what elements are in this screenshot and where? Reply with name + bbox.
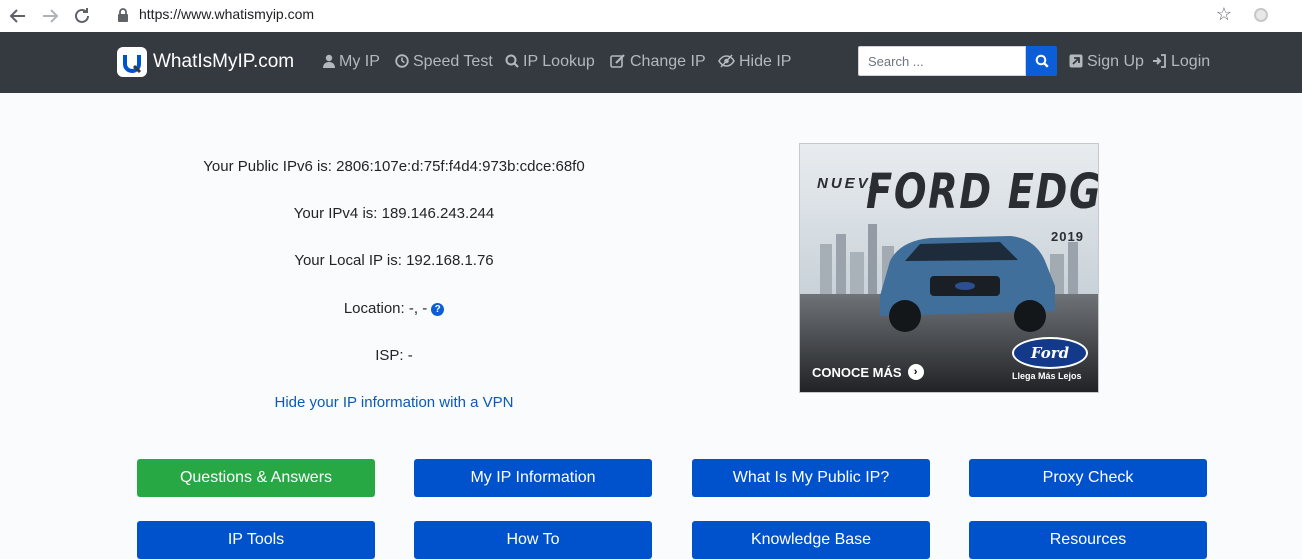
logo-text: WhatIsMyIP.com	[153, 51, 295, 72]
ipv6-text: Your Public IPv6 is: 2806:107e:d:75f:f4d…	[203, 158, 585, 175]
browser-toolbar: https://www.whatismyip.com ☆	[0, 0, 1302, 33]
ad-cta-label: CONOCE MÁS	[812, 364, 902, 380]
forward-icon[interactable]	[38, 4, 62, 28]
suv-car-image	[880, 236, 1055, 332]
nav-label: Login	[1171, 53, 1211, 70]
nav-ip-lookup[interactable]: IP Lookup	[505, 53, 595, 71]
how-to-button[interactable]: How To	[414, 521, 652, 559]
my-ip-information-button[interactable]: My IP Information	[414, 459, 652, 497]
search-icon	[505, 54, 519, 71]
location-row: Location: -, -?	[137, 300, 651, 317]
nav-label: IP Lookup	[523, 53, 595, 70]
lock-icon[interactable]	[117, 8, 129, 22]
nav-my-ip[interactable]: My IP	[323, 53, 380, 71]
vpn-link[interactable]: Hide your IP information with a VPN	[137, 394, 651, 411]
nav-change-ip[interactable]: Change IP	[610, 53, 706, 71]
nav-login[interactable]: Login	[1152, 53, 1210, 71]
logo-icon	[117, 47, 147, 77]
isp-text: ISP: -	[375, 347, 413, 364]
extension-icon[interactable]	[1254, 8, 1268, 22]
ad-headline: FORD EDGE	[866, 164, 1099, 220]
user-icon	[323, 54, 335, 71]
ad-year: 2019	[1051, 229, 1084, 244]
nav-sign-up[interactable]: Sign Up	[1069, 53, 1144, 71]
ip-tools-button[interactable]: IP Tools	[137, 521, 375, 559]
proxy-check-button[interactable]: Proxy Check	[969, 459, 1207, 497]
signup-icon	[1069, 54, 1083, 71]
nav-speed-test[interactable]: Speed Test	[395, 53, 493, 71]
what-is-my-public-ip-button[interactable]: What Is My Public IP?	[692, 459, 930, 497]
nav-label: Change IP	[630, 53, 706, 70]
resources-button[interactable]: Resources	[969, 521, 1207, 559]
ad-cta[interactable]: CONOCE MÁS ›	[812, 364, 924, 380]
search-input[interactable]: Search ...	[858, 46, 1026, 76]
edit-icon	[610, 53, 626, 71]
nav-label: Hide IP	[739, 53, 792, 70]
local-ip-text: Your Local IP is: 192.168.1.76	[294, 252, 494, 269]
eye-slash-icon	[718, 53, 735, 71]
ford-logo: Ford	[1012, 337, 1088, 369]
ad-tagline: Llega Más Lejos	[1012, 371, 1082, 381]
ipv4-text: Your IPv4 is: 189.146.243.244	[293, 205, 495, 222]
knowledge-base-button[interactable]: Knowledge Base	[692, 521, 930, 559]
nav-label: Sign Up	[1087, 53, 1144, 70]
back-icon[interactable]	[6, 4, 30, 28]
bookmark-star-icon[interactable]: ☆	[1216, 4, 1232, 25]
chevron-right-icon: ›	[907, 364, 924, 380]
location-text: Location: -, -	[343, 300, 428, 317]
site-navbar: WhatIsMyIP.com My IP Speed Test IP Looku…	[0, 32, 1302, 93]
nav-label: My IP	[339, 53, 380, 70]
nav-label: Speed Test	[413, 53, 493, 70]
address-bar[interactable]: https://www.whatismyip.com	[139, 6, 314, 22]
login-icon	[1152, 53, 1167, 71]
questions-answers-button[interactable]: Questions & Answers	[137, 459, 375, 497]
question-circle-icon[interactable]: ?	[431, 303, 445, 316]
search-icon	[1035, 54, 1049, 73]
nav-hide-ip[interactable]: Hide IP	[718, 53, 791, 71]
site-logo[interactable]: WhatIsMyIP.com	[117, 46, 294, 78]
search-button[interactable]	[1026, 46, 1057, 76]
stopwatch-icon	[395, 53, 409, 71]
ford-edge-ad[interactable]: NUEVA FORD EDGE 2019 CONOCE MÁS› Ford Ll…	[799, 143, 1099, 393]
reload-icon[interactable]	[70, 4, 94, 28]
